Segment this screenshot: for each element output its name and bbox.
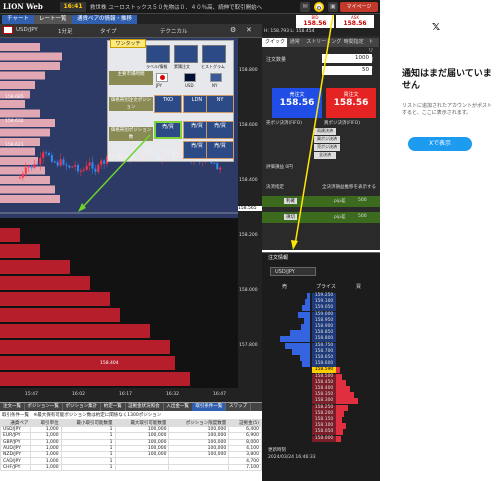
x-sidebar: 𝕏 通知はまだ届いていません リストに追加されたアカウントがポストすると、ここに… bbox=[380, 0, 500, 481]
annotation-arrows bbox=[78, 14, 334, 250]
x-logo-icon: 𝕏 bbox=[432, 22, 441, 33]
x-view-button[interactable]: Xで表示 bbox=[408, 137, 472, 151]
app-window: LION Web 16:41 救世株 ユーロストックス５０先物は０．４０％高、続… bbox=[0, 0, 500, 481]
x-empty-desc: リストに追加されたアカウントがポストすると、ここに表示されます。 bbox=[402, 103, 493, 116]
x-empty-title: 通知はまだ届いていません bbox=[402, 69, 492, 91]
